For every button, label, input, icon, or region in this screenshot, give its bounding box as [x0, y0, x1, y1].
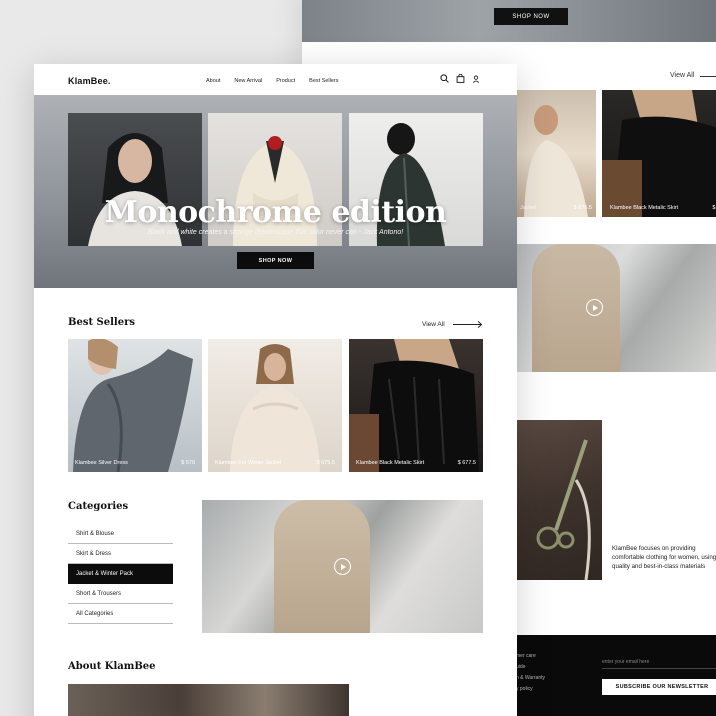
bg-about-image: [516, 420, 602, 580]
play-icon[interactable]: [586, 299, 603, 316]
nav-link-product[interactable]: Product: [276, 78, 295, 84]
bg-video-subject: [532, 244, 620, 372]
nav-link-best-sellers[interactable]: Best Sellers: [309, 78, 338, 84]
video-subject: [274, 500, 370, 633]
bg-about-text: KlamBee focuses on providing comfortable…: [612, 545, 716, 570]
view-all-link[interactable]: View All: [422, 321, 445, 328]
product-card[interactable]: Klambee Silver Dress $ 570: [68, 339, 202, 472]
bg-video-preview[interactable]: [516, 244, 716, 372]
hero-title: Monochrome edition: [104, 195, 447, 230]
category-list: Shirt & Blouse Skirt & Dress Jacket & Wi…: [68, 524, 173, 624]
newsletter-email-field[interactable]: enter your email here: [602, 659, 716, 669]
bg-footer: mer care uide n & Warranty y policy ente…: [516, 635, 716, 716]
product-name: Klambee Black Metalic Skirt: [356, 460, 425, 466]
product-photo: [73, 339, 193, 472]
product-name: Klambee Fur Winter Jacket: [215, 460, 282, 466]
arrow-right-icon[interactable]: [453, 324, 481, 325]
about-image: [68, 684, 349, 716]
hero-subtitle: Black and white creates a strange dreams…: [147, 229, 404, 236]
footer-link[interactable]: y policy: [516, 686, 533, 692]
product-price: $ 675.5: [316, 460, 335, 466]
bg-product-card[interactable]: Jacket $ 675.5: [516, 90, 596, 217]
brand-logo[interactable]: KlamBee.: [68, 76, 111, 86]
product-price: $ 570: [181, 460, 195, 466]
bg-view-all-arrow: [700, 76, 716, 77]
subscribe-button[interactable]: SUBSCRIBE OUR NEWSLETTER: [602, 679, 716, 695]
nav-icons: [440, 74, 480, 83]
categories-heading: Categories: [68, 501, 129, 512]
footer-link[interactable]: uide: [516, 664, 525, 670]
category-item[interactable]: All Categories: [68, 604, 173, 624]
search-icon[interactable]: [440, 74, 449, 83]
shop-now-button[interactable]: SHOP NOW: [237, 252, 314, 269]
category-item[interactable]: Shirt & Blouse: [68, 524, 173, 544]
bg-product-price: $ 6: [712, 205, 716, 211]
bg-view-all-link[interactable]: View All: [670, 72, 694, 79]
product-photo: [230, 344, 320, 472]
play-icon[interactable]: [334, 558, 351, 575]
bg-shop-now-button[interactable]: SHOP NOW: [494, 8, 568, 25]
shopping-bag-icon[interactable]: [456, 74, 465, 83]
footer-link[interactable]: n & Warranty: [516, 675, 545, 681]
bg-product-name: Klambee Black Metalic Skirt: [610, 205, 679, 211]
bg-product-photo: [524, 105, 588, 217]
bg-product-name: Jacket: [520, 205, 536, 211]
product-name: Klambee Silver Dress: [75, 460, 128, 466]
nav-links: About New Arrival Product Best Sellers: [206, 78, 339, 84]
product-card[interactable]: Klambee Fur Winter Jacket $ 675.5: [208, 339, 342, 472]
category-item[interactable]: Skirt & Dress: [68, 544, 173, 564]
nav-link-about[interactable]: About: [206, 78, 220, 84]
main-page: KlamBee. About New Arrival Product Best …: [34, 64, 517, 716]
about-heading: About KlamBee: [68, 661, 156, 672]
user-icon[interactable]: [472, 75, 480, 83]
video-preview[interactable]: [202, 500, 483, 633]
bg-about-photo: [536, 439, 591, 580]
bg-product-card[interactable]: Klambee Black Metalic Skirt $ 6: [602, 90, 716, 217]
top-nav: KlamBee. About New Arrival Product Best …: [34, 64, 517, 95]
footer-link[interactable]: mer care: [516, 653, 536, 659]
category-item-active[interactable]: Jacket & Winter Pack: [68, 564, 173, 584]
best-sellers-heading: Best Sellers: [68, 317, 135, 328]
category-item[interactable]: Short & Trousers: [68, 584, 173, 604]
bg-product-price: $ 675.5: [573, 205, 592, 211]
nav-link-new-arrival[interactable]: New Arrival: [234, 78, 262, 84]
product-photo: [349, 339, 479, 472]
product-card[interactable]: Klambee Black Metalic Skirt $ 677.5: [349, 339, 483, 472]
bg-product-photo: [602, 90, 716, 217]
product-price: $ 677.5: [457, 460, 476, 466]
